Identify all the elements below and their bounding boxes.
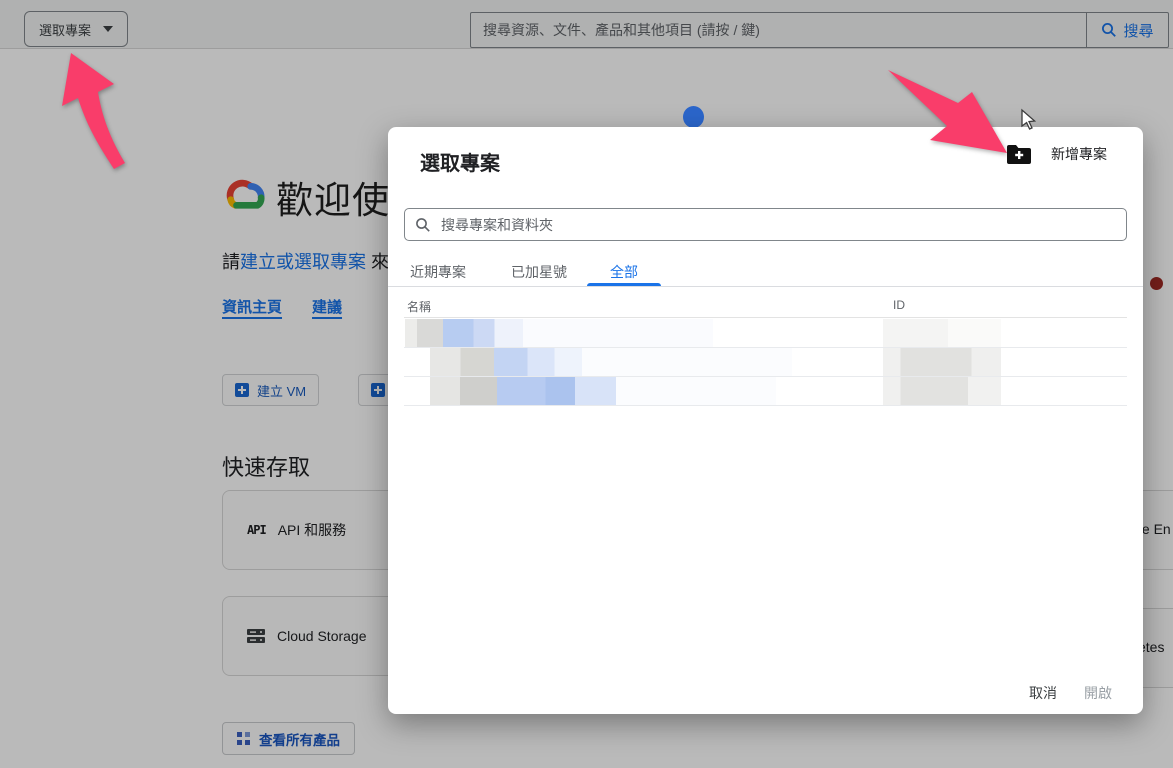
- dialog-search-input[interactable]: [439, 215, 1116, 234]
- cancel-button[interactable]: 取消: [1029, 683, 1057, 703]
- dialog-search-box: [404, 208, 1127, 241]
- tab-recent-projects[interactable]: 近期專案: [410, 262, 466, 282]
- screen: 選取專案 搜尋 歡迎使 請建立或: [0, 0, 1173, 768]
- row-divider: [404, 405, 1127, 406]
- new-project-label: 新增專案: [1051, 146, 1107, 162]
- dialog-title: 選取專案: [420, 153, 500, 175]
- table-row-redacted-name[interactable]: [523, 319, 713, 347]
- tab-starred[interactable]: 已加星號: [511, 262, 567, 282]
- column-header-name: 名稱: [407, 300, 432, 314]
- column-header-id: ID: [893, 298, 905, 312]
- search-icon: [416, 217, 430, 232]
- tabs-divider: [388, 286, 1143, 287]
- open-button-disabled[interactable]: 開啟: [1084, 683, 1112, 703]
- table-row-redacted-name[interactable]: [430, 377, 616, 405]
- table-row-redacted-id[interactable]: [883, 348, 1001, 376]
- table-header-divider: [404, 317, 1127, 318]
- table-row-redacted-name[interactable]: [430, 348, 582, 376]
- table-row-redacted-name[interactable]: [582, 348, 792, 376]
- new-project-button[interactable]: 新增專案: [1007, 144, 1107, 164]
- row-divider: [404, 347, 1127, 348]
- table-row-redacted-name[interactable]: [616, 377, 776, 405]
- select-project-dialog: 選取專案 新增專案 近期專案 已加星號 全部 名稱 ID: [388, 127, 1143, 714]
- tab-all[interactable]: 全部: [610, 262, 638, 282]
- table-row-redacted-name[interactable]: [405, 319, 523, 347]
- table-row-redacted-id[interactable]: [883, 319, 1001, 347]
- folder-plus-icon: [1007, 145, 1031, 164]
- row-divider: [404, 376, 1127, 377]
- table-row-redacted-id[interactable]: [883, 377, 1001, 405]
- blue-dot: [683, 106, 704, 128]
